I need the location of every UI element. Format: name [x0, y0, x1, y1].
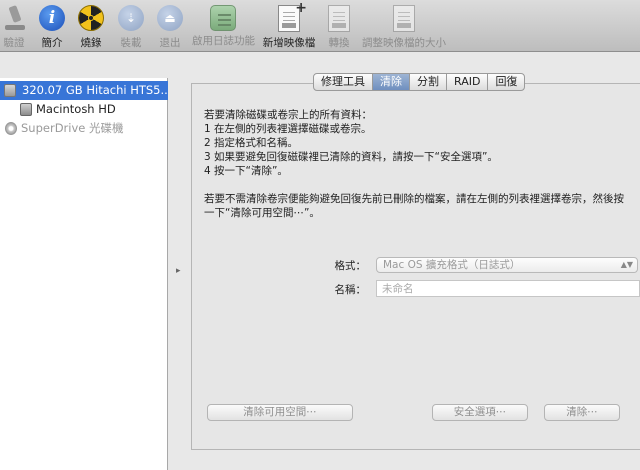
- instruction-paragraph: 若要不需清除卷宗便能夠避免回復先前已刪除的檔案，請在左側的列表裡選擇卷宗，然後按…: [204, 193, 624, 219]
- info-button[interactable]: i 簡介: [38, 5, 66, 50]
- eject-label: 退出: [159, 37, 181, 49]
- split-resize-handle[interactable]: ▸: [176, 266, 181, 276]
- instruction-line: 4 按一下“清除”。: [204, 165, 288, 177]
- eject-icon: ⏏: [157, 5, 183, 31]
- burn-button[interactable]: 燒錄: [76, 5, 106, 50]
- instruction-line: 3 如果要避免回復磁碟裡已清除的資料，請按一下“安全選項”。: [204, 151, 498, 163]
- format-label: 格式：: [334, 260, 367, 272]
- toolbar: 驗證 i 簡介 燒錄 ⇣ 裝載 ⏏ 退出 啟用日誌功能 + 新增映像檔 轉換 調…: [0, 0, 640, 52]
- sidebar-item-superdrive[interactable]: SuperDrive 光碟機: [0, 119, 168, 138]
- info-icon: i: [39, 5, 65, 31]
- convert-document-icon: [328, 5, 350, 32]
- instruction-line: 1 在左側的列表裡選擇磁碟或卷宗。: [204, 123, 372, 135]
- tab-first-aid[interactable]: 修理工具: [314, 74, 373, 90]
- optical-disc-icon: [5, 122, 17, 135]
- tab-bar: 修理工具 清除 分割 RAID 回復: [313, 73, 526, 91]
- select-arrows-icon: ▲▼: [620, 260, 633, 269]
- enable-journaling-label: 啟用日誌功能: [192, 35, 255, 47]
- sidebar-item-hitachi-disk[interactable]: 320.07 GB Hitachi HTS5...: [0, 81, 168, 100]
- info-label: 簡介: [41, 37, 63, 49]
- burn-label: 燒錄: [80, 37, 102, 49]
- security-options-button[interactable]: 安全選項⋯: [432, 404, 528, 421]
- mount-arrow-icon: ⇣: [118, 5, 144, 31]
- verify-label: 驗證: [3, 37, 25, 49]
- sidebar-item-label: Macintosh HD: [36, 102, 116, 116]
- tab-erase[interactable]: 清除: [373, 74, 410, 90]
- resize-image-button[interactable]: 調整映像檔的大小: [362, 5, 446, 50]
- tab-raid[interactable]: RAID: [447, 74, 489, 90]
- erase-button[interactable]: 清除⋯: [544, 404, 620, 421]
- volume-icon: [20, 103, 32, 116]
- format-value: Mac OS 擴充格式（日誌式）: [383, 259, 521, 271]
- erase-instructions: 若要清除磁碟或卷宗上的所有資料： 1 在左側的列表裡選擇磁碟或卷宗。 2 指定格…: [204, 108, 632, 220]
- convert-button[interactable]: 轉換: [326, 5, 352, 50]
- mount-label: 裝載: [120, 37, 142, 49]
- hard-disk-icon: [4, 84, 16, 97]
- disk-list-sidebar: 320.07 GB Hitachi HTS5... Macintosh HD S…: [0, 78, 168, 470]
- resize-document-icon: [393, 5, 415, 32]
- sidebar-item-label: SuperDrive 光碟機: [21, 121, 124, 135]
- radiation-icon: [78, 5, 104, 31]
- convert-label: 轉換: [328, 37, 350, 49]
- new-document-icon: +: [278, 0, 307, 32]
- format-select[interactable]: Mac OS 擴充格式（日誌式） ▲▼: [376, 257, 638, 273]
- mount-button[interactable]: ⇣ 裝載: [116, 5, 146, 50]
- name-label: 名稱：: [334, 284, 367, 296]
- log-book-icon: [210, 5, 236, 31]
- instruction-line: 若要清除磁碟或卷宗上的所有資料：: [204, 109, 372, 121]
- tab-restore[interactable]: 回復: [488, 74, 524, 90]
- eject-button[interactable]: ⏏ 退出: [156, 5, 184, 50]
- microscope-icon: [2, 5, 28, 31]
- erase-free-space-button[interactable]: 清除可用空間⋯: [207, 404, 353, 421]
- sidebar-item-label: 320.07 GB Hitachi HTS5...: [22, 83, 168, 97]
- resize-image-label: 調整映像檔的大小: [362, 37, 446, 49]
- new-image-label: 新增映像檔: [262, 37, 316, 49]
- enable-journaling-button[interactable]: 啟用日誌功能: [192, 5, 255, 48]
- verify-button[interactable]: 驗證: [2, 5, 26, 50]
- name-input[interactable]: [376, 280, 640, 297]
- sidebar-item-macintosh-hd[interactable]: Macintosh HD: [0, 100, 168, 119]
- instruction-line: 2 指定格式和名稱。: [204, 137, 299, 149]
- tab-partition[interactable]: 分割: [410, 74, 447, 90]
- new-image-button[interactable]: + 新增映像檔: [262, 0, 316, 50]
